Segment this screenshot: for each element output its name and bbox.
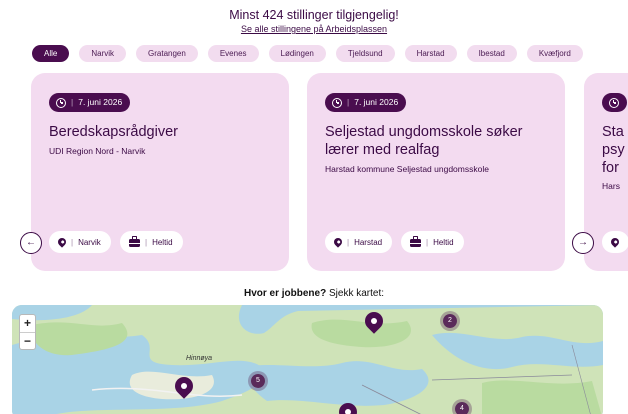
prev-arrow-button[interactable]: ←: [20, 232, 42, 254]
job-card[interactable]: | 7. juni 2026 Seljestad ungdomsskole sø…: [307, 73, 565, 271]
date-badge: | 7. juni 2026: [325, 93, 407, 112]
map-heading: Hvor er jobbene? Sjekk kartet:: [0, 288, 628, 299]
jobs-map[interactable]: + − Hinnøya 2 5 4: [12, 305, 603, 414]
filter-chip-kvaefjord[interactable]: Kvæfjord: [526, 45, 583, 62]
briefcase-icon: [410, 236, 421, 247]
location-text: Harstad: [354, 237, 383, 247]
municipality-filters: Alle Narvik Gratangen Evenes Lødingen Tj…: [32, 45, 583, 62]
employer-name: UDI Region Nord - Narvik: [49, 146, 146, 156]
job-type-pill: | Heltid: [120, 231, 183, 253]
zoom-in-button[interactable]: +: [20, 315, 35, 332]
briefcase-icon: [129, 236, 140, 247]
arrow-right-icon: →: [578, 237, 588, 248]
map-heading-rest: Sjekk kartet:: [326, 288, 385, 299]
job-title-line: Sta: [602, 124, 624, 140]
pin-icon: [56, 236, 68, 248]
separator: |: [347, 237, 350, 247]
date-badge: [602, 93, 627, 112]
clock-icon: [332, 97, 342, 108]
filter-chip-lodingen[interactable]: Lødingen: [268, 45, 326, 62]
map-heading-bold: Hvor er jobbene?: [243, 288, 327, 299]
employer-name: Hars: [602, 181, 620, 191]
job-type-pill: | Heltid: [401, 231, 464, 253]
location-text: Narvik: [78, 237, 101, 247]
map-tiles[interactable]: [12, 305, 603, 414]
job-title-line: psy: [602, 142, 625, 158]
job-type-text: Heltid: [433, 237, 454, 247]
separator: |: [145, 237, 148, 247]
date-text: 7. juni 2026: [354, 97, 399, 107]
clock-icon: [56, 97, 66, 108]
zoom-out-button[interactable]: −: [20, 332, 35, 349]
filter-chip-gratangen[interactable]: Gratangen: [136, 45, 198, 62]
location-pill: | Harstad: [325, 231, 393, 253]
date-text: 7. juni 2026: [78, 97, 123, 107]
map-cluster[interactable]: 5: [248, 371, 268, 391]
job-title[interactable]: Beredskapsrådgiver: [49, 123, 279, 141]
job-type-text: Heltid: [152, 237, 173, 247]
filter-chip-alle[interactable]: Alle: [32, 45, 70, 62]
separator: |: [71, 237, 74, 247]
clock-icon: [609, 97, 619, 108]
filter-chip-harstad[interactable]: Harstad: [404, 45, 457, 62]
all-jobs-link[interactable]: Se alle stillingene på Arbeidsplassen: [0, 24, 628, 34]
job-count-headline: Minst 424 stillinger tilgjengelig!: [229, 8, 399, 22]
location-pill: [602, 231, 628, 253]
separator: |: [426, 237, 429, 247]
pin-icon: [332, 236, 344, 248]
job-title[interactable]: Seljestad ungdomsskole søker lærer med r…: [325, 123, 525, 159]
filter-chip-narvik[interactable]: Narvik: [79, 45, 127, 62]
arrow-left-icon: ←: [26, 237, 36, 248]
filter-chip-evenes[interactable]: Evenes: [207, 45, 259, 62]
map-zoom-control: + −: [19, 314, 36, 350]
map-cluster[interactable]: 4: [452, 399, 472, 414]
employer-name: Harstad kommune Seljestad ungdomsskole: [325, 164, 489, 174]
pin-icon: [609, 236, 621, 248]
map-place-label: Hinnøya: [186, 355, 213, 362]
next-arrow-button[interactable]: →: [572, 232, 594, 254]
job-title-line: for: [602, 160, 619, 176]
job-title[interactable]: Sta psy for: [602, 123, 628, 177]
map-cluster[interactable]: 2: [440, 311, 460, 331]
date-badge: | 7. juni 2026: [49, 93, 131, 112]
location-pill: | Narvik: [49, 231, 111, 253]
separator: |: [71, 97, 74, 107]
filter-chip-tjeldsund[interactable]: Tjeldsund: [335, 45, 395, 62]
job-card[interactable]: | 7. juni 2026 Beredskapsrådgiver UDI Re…: [31, 73, 289, 271]
separator: |: [347, 97, 350, 107]
filter-chip-ibestad[interactable]: Ibestad: [466, 45, 517, 62]
